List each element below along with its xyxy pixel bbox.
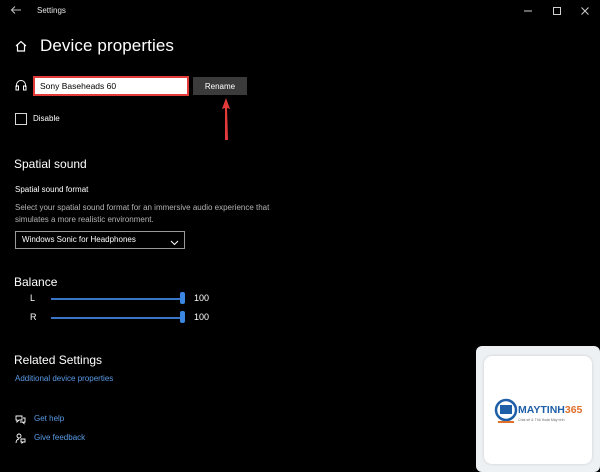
balance-right-value: 100: [194, 312, 210, 322]
balance-left-thumb[interactable]: [180, 292, 185, 304]
annotation-arrow-icon: [222, 98, 230, 140]
balance-left-label: L: [30, 293, 36, 303]
get-help-icon: [15, 412, 26, 425]
additional-device-properties-link[interactable]: Additional device properties: [15, 374, 113, 383]
balance-left-value: 100: [194, 293, 210, 303]
balance-right-thumb[interactable]: [180, 311, 185, 323]
title-bar: Settings: [0, 0, 600, 24]
get-help-link[interactable]: Get help: [34, 414, 64, 423]
disable-label: Disable: [33, 114, 60, 123]
balance-right-label: R: [30, 312, 37, 322]
svg-text:Chia sẻ & Thủ thuật Máy tính: Chia sẻ & Thủ thuật Máy tính: [518, 418, 564, 422]
svg-text:MAYTINH365: MAYTINH365: [518, 404, 583, 416]
feedback-icon: [15, 431, 26, 445]
spatial-sound-heading: Spatial sound: [14, 157, 87, 171]
minimize-icon[interactable]: [515, 3, 541, 19]
chevron-down-icon: [170, 236, 179, 246]
related-settings-heading: Related Settings: [14, 353, 103, 367]
balance-heading: Balance: [14, 275, 58, 289]
spatial-format-dropdown[interactable]: Windows Sonic for Headphones: [15, 231, 185, 249]
back-arrow-icon[interactable]: [10, 4, 24, 18]
give-feedback-link[interactable]: Give feedback: [34, 433, 85, 442]
balance-left-track[interactable]: [51, 298, 183, 300]
spatial-format-label: Spatial sound format: [15, 185, 89, 194]
maximize-icon[interactable]: [544, 3, 570, 19]
watermark-logo: MAYTINH365 Chia sẻ & Thủ thuật Máy tính: [484, 356, 592, 464]
disable-checkbox[interactable]: [15, 113, 27, 125]
rename-button[interactable]: Rename: [193, 77, 247, 95]
device-name-input[interactable]: [33, 76, 189, 96]
page-title: Device properties: [40, 36, 174, 55]
balance-right-track[interactable]: [51, 317, 183, 319]
close-icon[interactable]: [572, 3, 598, 19]
window-title: Settings: [37, 6, 66, 15]
watermark-panel: MAYTINH365 Chia sẻ & Thủ thuật Máy tính: [476, 346, 600, 472]
home-icon[interactable]: [14, 39, 28, 53]
spatial-description: Select your spatial sound format for an …: [15, 203, 270, 224]
spatial-format-selected: Windows Sonic for Headphones: [22, 235, 136, 244]
headphones-icon: [15, 78, 27, 91]
page-header: Device properties: [14, 34, 174, 58]
